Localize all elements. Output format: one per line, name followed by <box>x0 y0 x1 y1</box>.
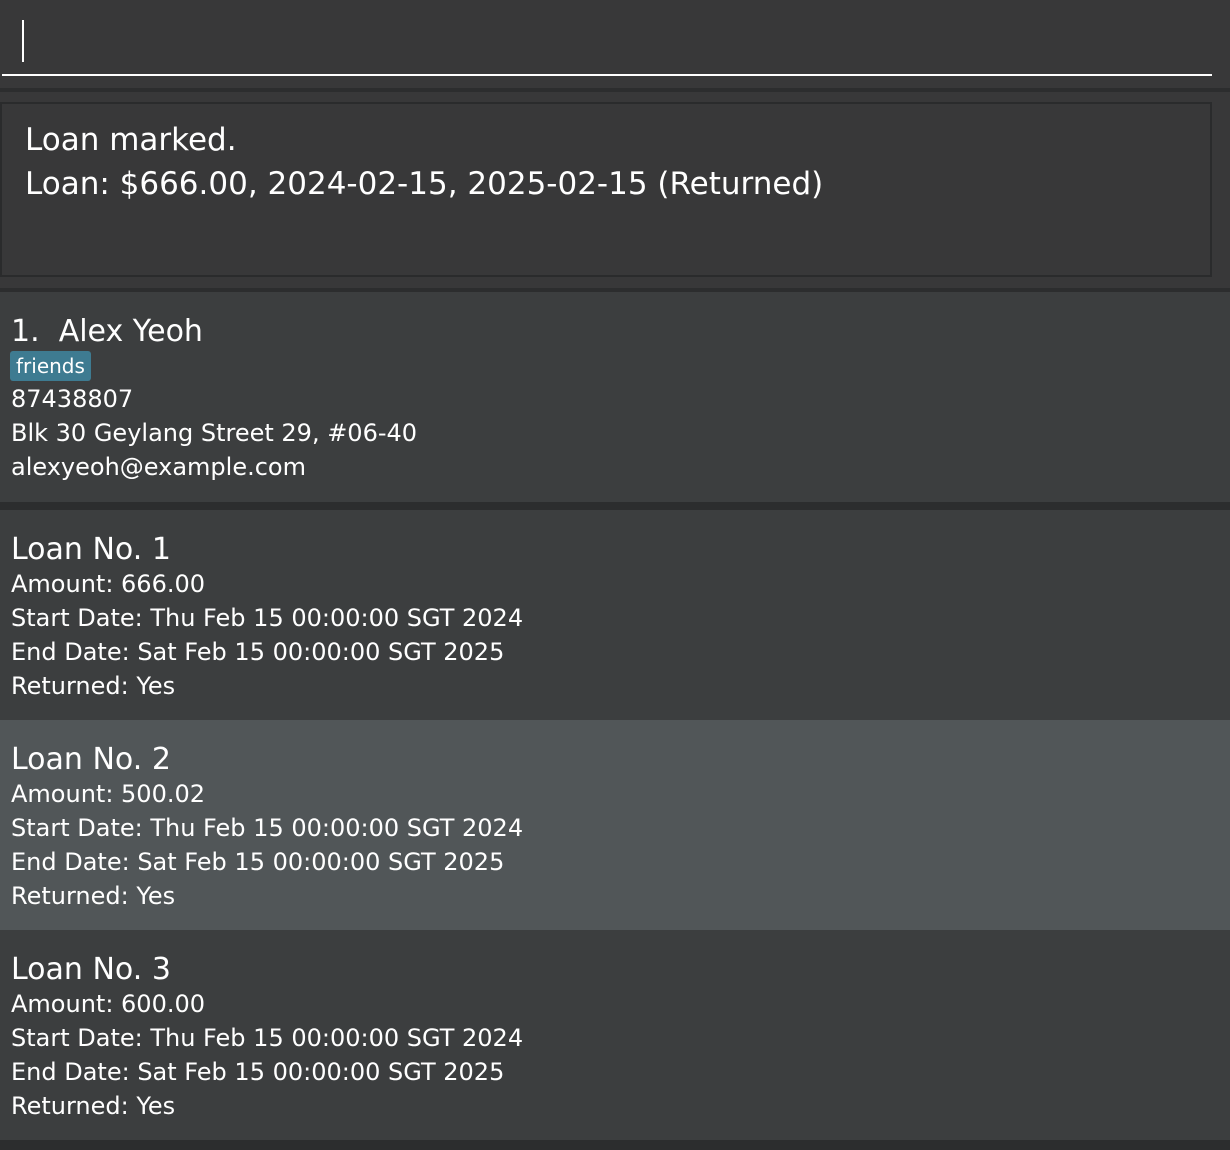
person-name-row: 1. Alex Yeoh <box>11 312 203 352</box>
person-card[interactable]: 1. Alex Yeoh friends 87438807 Blk 30 Gey… <box>0 292 1230 502</box>
person-index: 1. <box>11 314 40 349</box>
loan-returned-status: Returned: Yes <box>11 1092 176 1120</box>
command-input[interactable] <box>2 8 1212 76</box>
app-window: Loan marked. Loan: $666.00, 2024-02-15, … <box>0 0 1230 1150</box>
person-address: Blk 30 Geylang Street 29, #06-40 <box>11 419 418 447</box>
result-display: Loan marked. Loan: $666.00, 2024-02-15, … <box>0 102 1212 277</box>
text-caret <box>22 20 24 62</box>
panel-divider <box>0 502 1230 510</box>
loan-card[interactable]: Loan No. 1 Amount: 666.00 Start Date: Th… <box>0 510 1230 720</box>
loan-end-date: End Date: Sat Feb 15 00:00:00 SGT 2025 <box>11 1058 505 1086</box>
loan-card-selected[interactable]: Loan No. 2 Amount: 500.02 Start Date: Th… <box>0 720 1230 930</box>
person-name: Alex Yeoh <box>58 314 203 349</box>
loan-title: Loan No. 3 <box>11 952 171 987</box>
loan-end-date: End Date: Sat Feb 15 00:00:00 SGT 2025 <box>11 848 505 876</box>
loan-returned-status: Returned: Yes <box>11 882 176 910</box>
loan-end-date: End Date: Sat Feb 15 00:00:00 SGT 2025 <box>11 638 505 666</box>
loan-returned-status: Returned: Yes <box>11 672 176 700</box>
result-message: Loan marked. <box>25 122 237 158</box>
command-box <box>0 0 1230 88</box>
loan-card[interactable]: Loan No. 3 Amount: 600.00 Start Date: Th… <box>0 930 1230 1140</box>
tag-badge: friends <box>10 351 91 381</box>
loan-title: Loan No. 1 <box>11 532 171 567</box>
loan-amount: Amount: 666.00 <box>11 570 206 598</box>
person-phone: 87438807 <box>11 385 134 413</box>
loan-start-date: Start Date: Thu Feb 15 00:00:00 SGT 2024 <box>11 604 524 632</box>
person-email: alexyeoh@example.com <box>11 453 306 481</box>
list-bottom-gap <box>0 1140 1230 1150</box>
loan-amount: Amount: 600.00 <box>11 990 206 1018</box>
loan-start-date: Start Date: Thu Feb 15 00:00:00 SGT 2024 <box>11 1024 524 1052</box>
result-loan-details: Loan: $666.00, 2024-02-15, 2025-02-15 (R… <box>25 166 824 202</box>
loan-amount: Amount: 500.02 <box>11 780 206 808</box>
loan-start-date: Start Date: Thu Feb 15 00:00:00 SGT 2024 <box>11 814 524 842</box>
result-display-panel: Loan marked. Loan: $666.00, 2024-02-15, … <box>0 92 1230 288</box>
loan-title: Loan No. 2 <box>11 742 171 777</box>
